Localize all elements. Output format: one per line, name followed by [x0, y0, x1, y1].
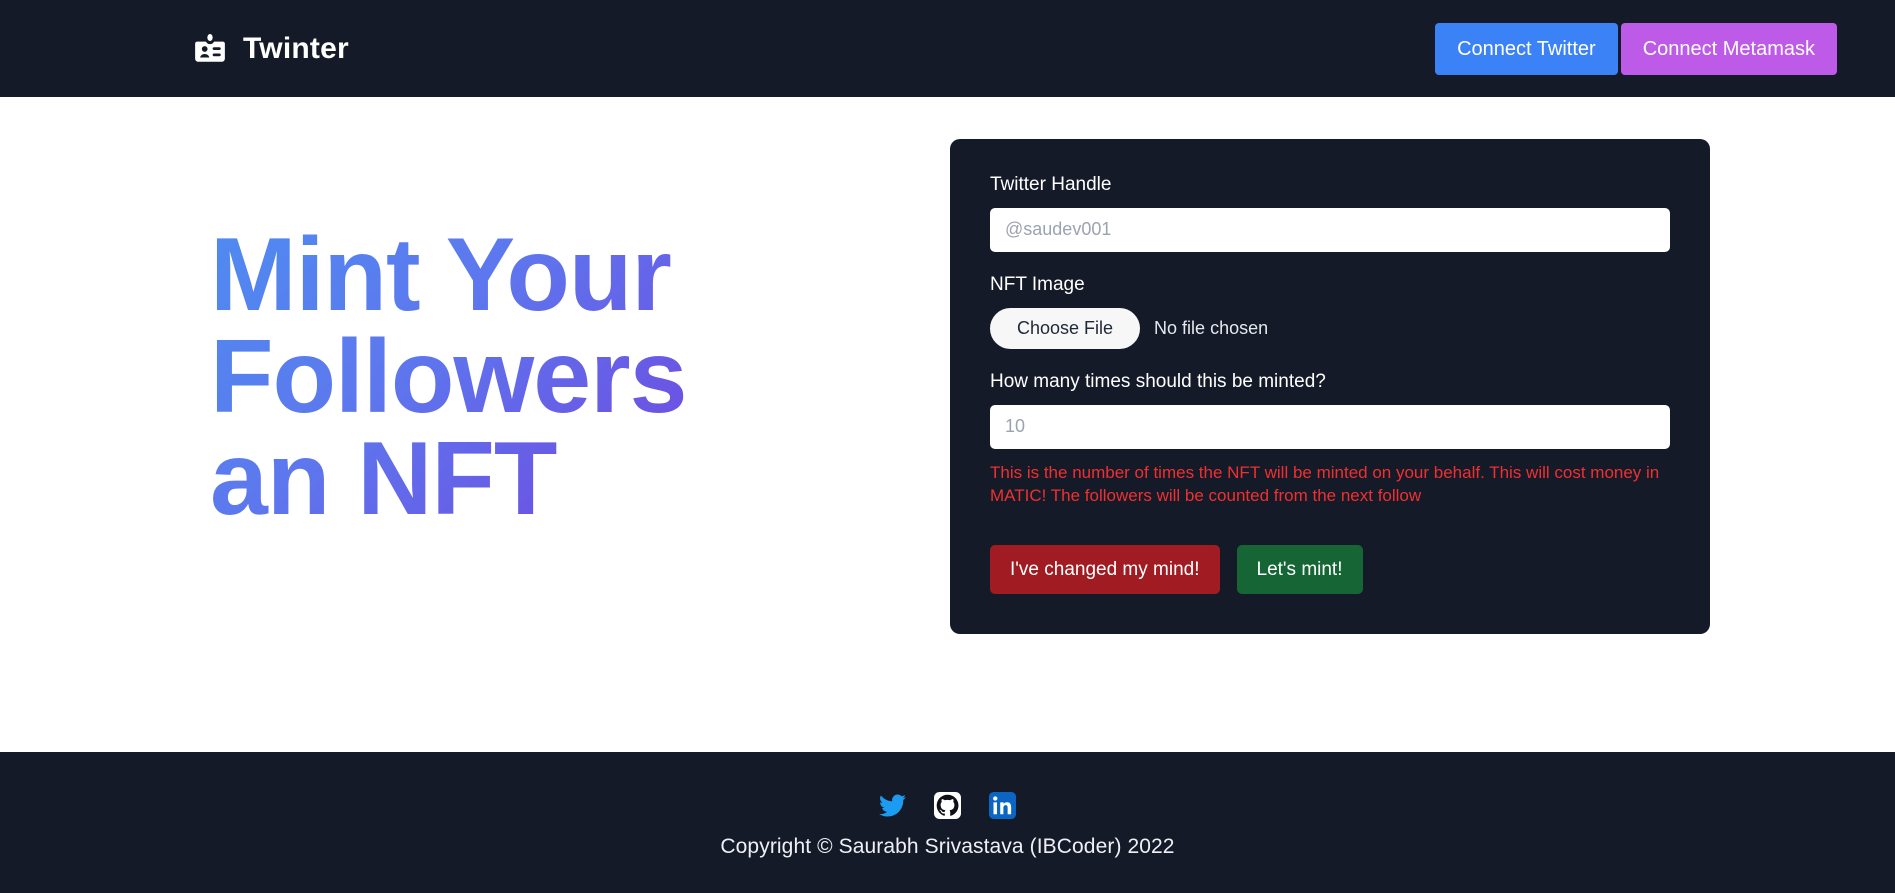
- form-actions-row: I've changed my mind! Let's mint!: [990, 545, 1670, 595]
- twitter-handle-field-group: Twitter Handle: [990, 174, 1670, 252]
- page-title: Mint Your Followers an NFT: [210, 223, 820, 531]
- nft-image-field-group: NFT Image Choose File No file chosen: [990, 273, 1670, 350]
- cancel-button[interactable]: I've changed my mind!: [990, 545, 1220, 595]
- twitter-handle-input[interactable]: [990, 207, 1670, 252]
- hero-section: Mint Your Followers an NFT: [0, 97, 820, 531]
- site-footer: Copyright © Saurabh Srivastava (IBCoder)…: [0, 752, 1895, 893]
- file-chosen-status: No file chosen: [1154, 317, 1269, 338]
- id-badge-icon: [193, 32, 227, 66]
- main-content: Mint Your Followers an NFT Twitter Handl…: [0, 97, 1895, 752]
- nav-actions: Connect Twitter Connect Metamask: [1435, 22, 1837, 75]
- mint-count-helper-text: This is the number of times the NFT will…: [990, 462, 1660, 506]
- mint-count-input[interactable]: [990, 404, 1670, 449]
- social-links-row: [879, 792, 1016, 819]
- top-navbar: Twinter Connect Twitter Connect Metamask: [0, 0, 1895, 97]
- mint-count-field-group: How many times should this be minted? Th…: [990, 371, 1670, 507]
- connect-twitter-button[interactable]: Connect Twitter: [1435, 22, 1618, 75]
- brand-name: Twinter: [243, 31, 349, 65]
- copyright-text: Copyright © Saurabh Srivastava (IBCoder)…: [720, 835, 1175, 858]
- twitter-handle-label: Twitter Handle: [990, 174, 1112, 195]
- choose-file-button[interactable]: Choose File: [990, 307, 1141, 350]
- mint-count-label: How many times should this be minted?: [990, 371, 1326, 393]
- mint-form-card: Twitter Handle NFT Image Choose File No …: [950, 139, 1710, 635]
- file-picker-row: Choose File No file chosen: [990, 307, 1670, 350]
- github-icon[interactable]: [934, 792, 961, 819]
- nft-image-label: NFT Image: [990, 273, 1085, 295]
- brand-logo[interactable]: Twinter: [193, 32, 349, 66]
- connect-metamask-button[interactable]: Connect Metamask: [1620, 22, 1837, 75]
- mint-button[interactable]: Let's mint!: [1236, 545, 1363, 595]
- twitter-icon[interactable]: [879, 792, 906, 819]
- linkedin-icon[interactable]: [989, 792, 1016, 819]
